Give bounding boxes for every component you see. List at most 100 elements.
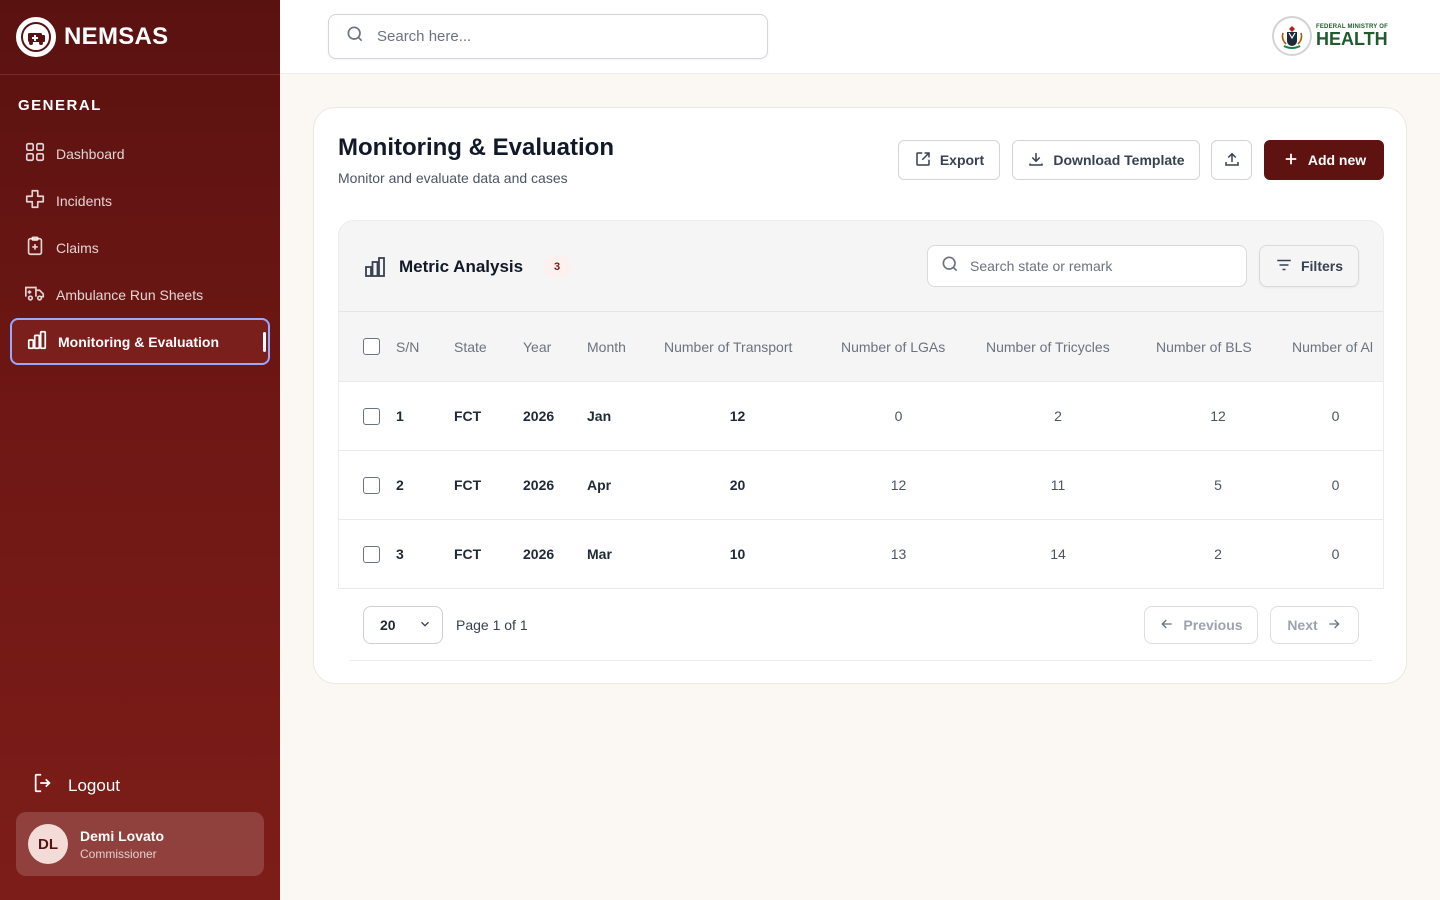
- column-header[interactable]: Number of Transport: [664, 312, 841, 382]
- panel-header: Metric Analysis 3 Filters: [339, 221, 1383, 311]
- grid-icon: [24, 141, 46, 166]
- download-icon: [1027, 150, 1045, 171]
- page-title: Monitoring & Evaluation: [338, 134, 614, 161]
- export-button[interactable]: Export: [898, 140, 1000, 180]
- sidebar-nav: Dashboard Incidents Claims Ambulance Run…: [0, 130, 280, 365]
- column-header[interactable]: Number of LGAs: [841, 312, 986, 382]
- cell-month: Apr: [587, 477, 612, 493]
- cell-sn: 1: [396, 408, 404, 424]
- cell-sn: 2: [396, 477, 404, 493]
- cell-sn: 3: [396, 546, 404, 563]
- cell-lgas: 13: [890, 546, 907, 563]
- table-row[interactable]: 2 FCT 2026 Apr 20 12 11 5 0: [339, 450, 1383, 520]
- cell-als: 0: [1331, 477, 1340, 493]
- logout-icon: [32, 772, 54, 799]
- logout-button[interactable]: Logout: [32, 772, 120, 799]
- download-template-button[interactable]: Download Template: [1012, 140, 1200, 180]
- state-remark-search-input[interactable]: [970, 258, 1230, 274]
- cell-lgas: 12: [890, 477, 907, 493]
- panel-title: Metric Analysis: [399, 257, 524, 276]
- global-search[interactable]: [328, 14, 768, 59]
- row-checkbox[interactable]: [363, 407, 380, 425]
- sidebar-item-dashboard[interactable]: Dashboard: [10, 130, 270, 177]
- divider: [350, 660, 1372, 661]
- cell-year: 2026: [523, 546, 555, 563]
- avatar: DL: [28, 824, 68, 864]
- next-label: Next: [1287, 617, 1318, 633]
- topbar: FEDERAL MINISTRY OF HEALTH: [280, 0, 1440, 74]
- bar-chart-icon: [363, 255, 387, 279]
- brand-name: NEMSAS: [64, 23, 169, 50]
- add-new-button[interactable]: Add new: [1264, 140, 1384, 180]
- ministry-line2: HEALTH: [1315, 29, 1388, 49]
- cell-transport: 10: [729, 546, 746, 563]
- cell-transport: 12: [729, 408, 746, 424]
- page-size-select[interactable]: 20: [363, 606, 443, 644]
- export-label: Export: [939, 152, 985, 168]
- cell-month: Mar: [587, 546, 612, 563]
- column-header[interactable]: Year: [523, 312, 587, 382]
- filter-icon: [1275, 256, 1293, 277]
- arrow-left-icon: [1159, 616, 1175, 635]
- metrics-table: S/N State Year Month Number of Transport…: [339, 311, 1383, 589]
- logout-label: Logout: [68, 775, 120, 795]
- previous-page-button[interactable]: Previous: [1144, 606, 1258, 644]
- user-profile-card[interactable]: DL Demi Lovato Commissioner: [16, 812, 264, 876]
- cell-year: 2026: [523, 408, 555, 424]
- sidebar-item-monitoring-evaluation[interactable]: Monitoring & Evaluation: [10, 318, 270, 365]
- panel-search[interactable]: [927, 245, 1247, 287]
- search-icon: [345, 24, 365, 49]
- upload-icon: [1223, 150, 1241, 171]
- brand[interactable]: NEMSAS: [0, 0, 280, 75]
- user-role: Commissioner: [80, 846, 157, 861]
- sidebar-item-label: Dashboard: [56, 145, 125, 162]
- cell-tricycles: 14: [1050, 546, 1066, 563]
- ambulance-icon: [24, 282, 46, 307]
- cell-bls: 5: [1214, 477, 1222, 493]
- table-row[interactable]: 3 FCT 2026 Mar 10 13 14 2 0: [339, 519, 1383, 589]
- page-info: Page 1 of 1: [456, 617, 528, 633]
- download-template-label: Download Template: [1053, 152, 1185, 168]
- cell-tricycles: 2: [1054, 408, 1062, 424]
- row-checkbox[interactable]: [363, 476, 380, 494]
- column-header[interactable]: Month: [587, 312, 664, 382]
- sidebar-item-label: Incidents: [56, 192, 113, 209]
- medical-cross-icon: [24, 188, 46, 213]
- filters-button[interactable]: Filters: [1259, 245, 1359, 287]
- column-header[interactable]: Number of Tricycles: [986, 312, 1156, 382]
- sidebar-item-incidents[interactable]: Incidents: [10, 177, 270, 224]
- sidebar-section-title: GENERAL: [18, 97, 102, 114]
- user-name: Demi Lovato: [80, 827, 165, 844]
- column-header[interactable]: S/N: [396, 312, 454, 382]
- nemsas-logo: [16, 17, 56, 57]
- sidebar: NEMSAS GENERAL Dashboard Incidents Claim…: [0, 0, 280, 900]
- cell-als: 0: [1331, 546, 1340, 563]
- chevron-down-icon: [418, 617, 432, 634]
- sidebar-item-ambulance-run-sheets[interactable]: Ambulance Run Sheets: [10, 271, 270, 318]
- column-header[interactable]: State: [454, 312, 523, 382]
- cell-bls: 12: [1210, 408, 1226, 424]
- select-all-checkbox[interactable]: [363, 338, 380, 356]
- search-input[interactable]: [377, 28, 737, 45]
- search-icon: [940, 254, 960, 279]
- column-header[interactable]: Number of Al: [1292, 312, 1383, 382]
- sidebar-item-label: Ambulance Run Sheets: [56, 286, 204, 303]
- row-checkbox[interactable]: [363, 546, 380, 564]
- cell-year: 2026: [523, 477, 555, 493]
- next-page-button[interactable]: Next: [1270, 606, 1359, 644]
- coat-of-arms-icon: [1271, 16, 1312, 56]
- table-row[interactable]: 1 FCT 2026 Jan 12 0 2 12 0: [339, 381, 1383, 451]
- sidebar-item-label: Claims: [56, 239, 99, 256]
- main-card: Monitoring & Evaluation Monitor and eval…: [313, 107, 1407, 684]
- filters-label: Filters: [1300, 258, 1343, 274]
- column-header[interactable]: Number of BLS: [1156, 312, 1292, 382]
- cell-month: Jan: [587, 408, 612, 424]
- pagination-bar: 20 Page 1 of 1 Previous Next: [338, 588, 1384, 660]
- upload-button[interactable]: [1211, 140, 1252, 180]
- sidebar-item-claims[interactable]: Claims: [10, 224, 270, 271]
- clipboard-plus-icon: [24, 235, 46, 260]
- add-new-label: Add new: [1307, 152, 1367, 168]
- page-size-value: 20: [380, 617, 396, 633]
- arrow-right-icon: [1326, 616, 1342, 635]
- count-badge: 3: [543, 256, 571, 278]
